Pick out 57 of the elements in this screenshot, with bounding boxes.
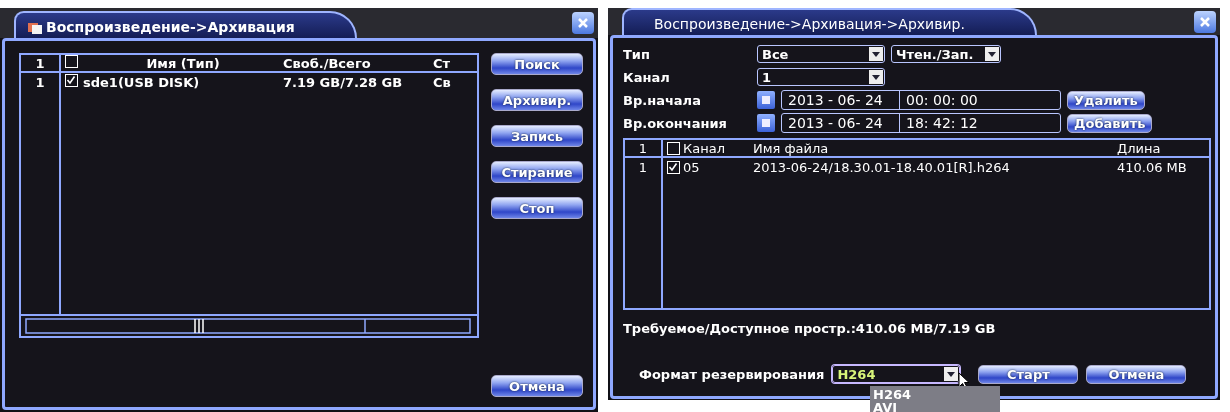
dropdown-list[interactable]: H264 AVI (870, 386, 1000, 412)
dropdown-option[interactable]: AVI (873, 401, 997, 412)
action-button[interactable]: Архивир. (491, 89, 583, 111)
action-button[interactable]: Поиск (491, 53, 583, 75)
dropdown-option[interactable]: H264 (873, 388, 997, 401)
action-button[interactable]: Стоп (491, 197, 583, 219)
action-button[interactable]: Запись (491, 125, 583, 147)
action-button[interactable]: Стирание (491, 161, 583, 183)
action-button[interactable]: Старт (978, 364, 1079, 384)
scrollbar[interactable] (25, 318, 471, 334)
window-title: Воспроизведение->Архивация (46, 19, 295, 35)
table-cell-text: sde1(USB DISK) (83, 74, 201, 90)
column-header: 1 (35, 55, 45, 71)
field-label: Канал (623, 69, 671, 85)
caret-icon (872, 51, 880, 57)
column-header: Имя (Тип) (145, 55, 221, 71)
close-icon[interactable] (572, 12, 594, 34)
caret-icon (872, 74, 880, 80)
dropdown[interactable]: 1 (757, 68, 885, 86)
dropdown[interactable]: H264 (832, 365, 961, 383)
action-button[interactable]: Удалить (1067, 90, 1145, 110)
space-info: Требуемое/Доступное простр.:410.06 MB/7.19 GB (623, 321, 997, 338)
checkbox[interactable] (65, 74, 78, 87)
table-cell-text: 2013-06-24/18.30.01-18.40.01[R].h264 (753, 159, 1011, 175)
calendar-icon[interactable] (757, 91, 775, 109)
caret-icon (947, 371, 956, 377)
caret-icon (988, 51, 996, 57)
close-icon[interactable] (1194, 10, 1216, 33)
checkbox[interactable] (667, 141, 680, 155)
column-header: 1 (638, 140, 648, 156)
row-number: 1 (638, 159, 648, 175)
column-header: Имя файла (753, 140, 830, 156)
folder-icon (28, 20, 42, 34)
calendar-icon[interactable] (757, 114, 775, 132)
column-header: Канал (683, 140, 725, 156)
table-cell-text: 410.06 MB (1117, 159, 1188, 175)
dropdown[interactable]: Все (757, 45, 885, 63)
field-label: Вр.окончания (623, 115, 728, 131)
column-header: Длина (1117, 140, 1162, 156)
action-button[interactable]: Отмена (1086, 364, 1187, 384)
checkbox[interactable] (667, 160, 680, 174)
column-header: Своб./Всего (283, 55, 372, 71)
date-time-field[interactable]: 2013 - 06- 24 18: 42: 12 (781, 113, 1061, 133)
field-label: Формат резервирования (639, 366, 825, 382)
dropdown[interactable]: Чтен./Зап. (891, 45, 1001, 63)
field-label: Тип (623, 46, 651, 62)
date-time-field[interactable]: 2013 - 06- 24 00: 00: 00 (781, 90, 1061, 110)
cancel-button[interactable]: Отмена (491, 375, 583, 397)
checkbox[interactable] (65, 55, 78, 68)
window-title: Воспроизведение->Архивация->Архивир. (654, 16, 965, 32)
field-label: Вр.начала (623, 92, 702, 108)
table-cell: 05 (683, 159, 700, 175)
action-button[interactable]: Добавить (1067, 113, 1153, 133)
row-number: 1 (35, 74, 45, 90)
table-cell-text: Св (433, 74, 452, 90)
table-cell-text: 7.19 GB/7.28 GB (283, 74, 404, 90)
column-header: Ст (433, 55, 452, 71)
